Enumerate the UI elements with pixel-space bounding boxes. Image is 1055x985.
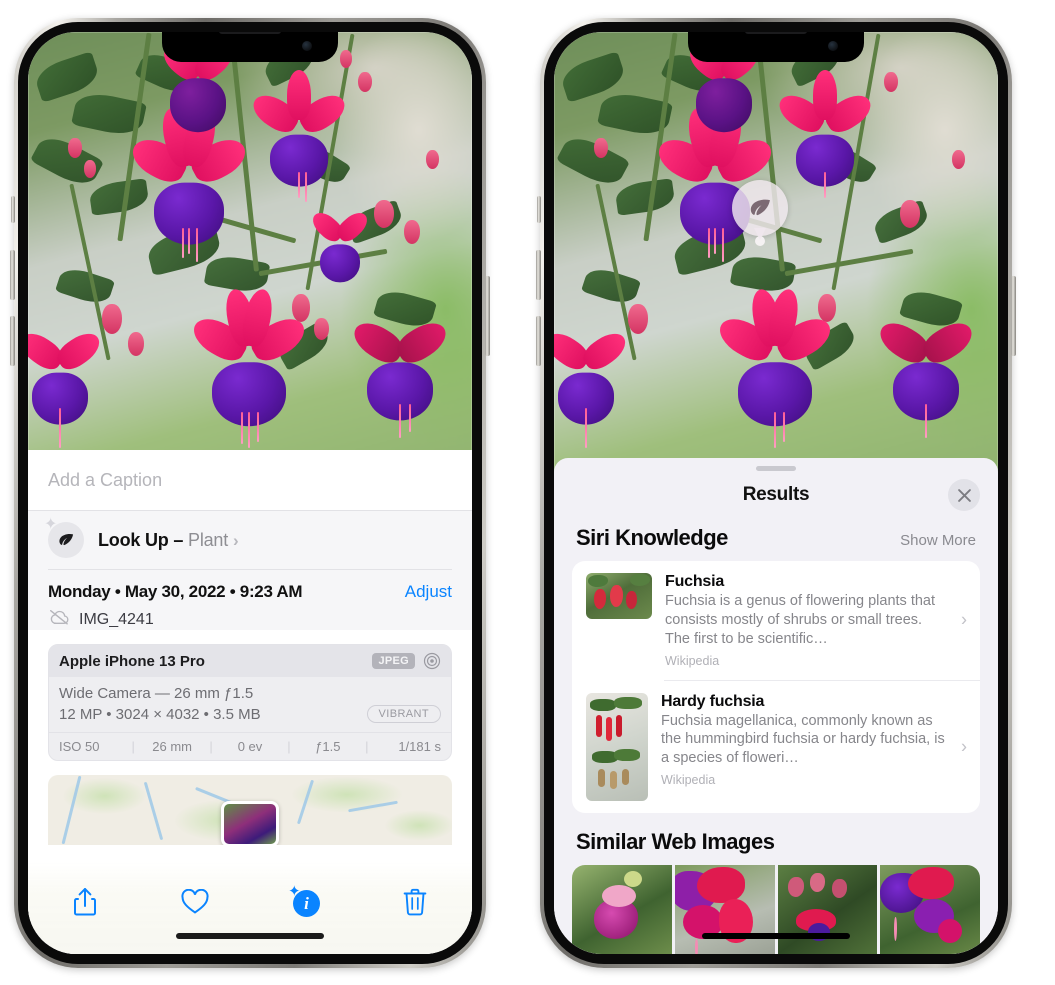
exif-stat: ISO 50 <box>59 739 100 754</box>
format-badge: JPEG <box>372 653 415 669</box>
phone-left: Add a Caption ✦ Look Up – Plant › Monday… <box>10 18 490 968</box>
web-image-3[interactable] <box>777 864 878 954</box>
look-up-label: Look Up – Plant › <box>98 530 239 551</box>
sparkle-icon: ✦ <box>44 516 58 533</box>
flower-bloom <box>554 318 636 448</box>
section-title: Similar Web Images <box>576 828 775 854</box>
resolution-info: 12 MP • 3024 × 4032 • 3.5 MB <box>59 705 261 723</box>
photo-info-sheet: Add a Caption ✦ Look Up – Plant › Monday… <box>28 450 472 954</box>
aperture-icon <box>423 652 441 670</box>
chevron-right-icon: › <box>961 609 967 630</box>
cloud-slash-icon <box>48 609 70 630</box>
caption-placeholder[interactable]: Add a Caption <box>48 470 162 491</box>
web-image-1[interactable] <box>572 864 672 954</box>
result-thumbnail <box>586 573 652 619</box>
close-icon <box>957 488 971 502</box>
volume-down-button-right[interactable] <box>536 316 541 366</box>
info-glyph: i <box>293 890 320 917</box>
result-description: Fuchsia magellanica, commonly known as t… <box>661 712 945 767</box>
visual-lookup-results-sheet: Results Siri Knowledge Show More Fuchsia… <box>554 458 998 954</box>
chevron-right-icon: › <box>961 736 967 757</box>
flower-bloom <box>770 70 880 210</box>
flower-bloom <box>710 286 840 450</box>
phone-right: Results Siri Knowledge Show More Fuchsia… <box>536 18 1016 968</box>
delete-button[interactable] <box>388 880 442 924</box>
front-camera <box>302 41 312 51</box>
leaf-icon <box>750 199 770 216</box>
photo-toolbar: ✦ i <box>28 862 472 954</box>
siri-knowledge-header: Siri Knowledge Show More <box>554 519 998 561</box>
look-up-row[interactable]: ✦ Look Up – Plant › <box>44 511 452 569</box>
web-image-2[interactable] <box>674 864 775 954</box>
metadata-section: Monday • May 30, 2022 • 9:23 AM Adjust I… <box>28 570 472 630</box>
knowledge-row[interactable]: Hardy fuchsia Fuchsia magellanica, commo… <box>572 681 980 813</box>
screen-right: Results Siri Knowledge Show More Fuchsia… <box>554 32 998 954</box>
result-thumbnail <box>586 692 648 801</box>
web-image-4[interactable] <box>880 864 980 954</box>
exif-stat: 26 mm <box>152 739 192 754</box>
look-up-subject: Plant <box>188 529 229 550</box>
silent-switch-left[interactable] <box>11 196 15 223</box>
map-photo-pin <box>221 801 279 845</box>
favorite-button[interactable] <box>168 880 222 924</box>
look-up-title: Look Up – <box>98 529 184 550</box>
flower-bloom <box>340 304 460 444</box>
close-button[interactable] <box>948 479 980 511</box>
file-name: IMG_4241 <box>79 610 154 628</box>
flower-bloom <box>244 70 354 210</box>
camera-model: Apple iPhone 13 Pro <box>59 652 205 670</box>
chevron-right-icon: › <box>233 530 239 550</box>
volume-up-button-left[interactable] <box>10 250 15 300</box>
photo-date: Monday • May 30, 2022 • 9:23 AM <box>48 582 303 601</box>
sheet-title: Results <box>742 484 810 505</box>
result-source: Wikipedia <box>665 653 720 668</box>
location-map[interactable] <box>48 775 452 845</box>
power-button-right[interactable] <box>1011 276 1016 356</box>
caption-field-row[interactable]: Add a Caption <box>28 450 472 510</box>
knowledge-row[interactable]: Fuchsia Fuchsia is a genus of flowering … <box>572 561 980 680</box>
result-title: Fuchsia <box>665 573 725 590</box>
share-button[interactable] <box>58 880 112 924</box>
photo-viewer-right[interactable] <box>554 32 998 478</box>
volume-down-button-left[interactable] <box>10 316 15 366</box>
home-indicator-left[interactable] <box>176 933 324 939</box>
section-title: Siri Knowledge <box>576 525 728 550</box>
lookup-section: ✦ Look Up – Plant › <box>28 511 472 570</box>
flower-bloom <box>184 286 314 450</box>
exif-stat: 0 ev <box>237 739 263 754</box>
flower-bloom <box>300 204 380 300</box>
exif-stats-row: ISO 50 | 26 mm | 0 ev | ƒ1.5 | 1/181 s <box>49 732 451 760</box>
similar-web-images-strip[interactable] <box>572 864 980 954</box>
show-more-button[interactable]: Show More <box>900 532 976 549</box>
flower-bloom <box>28 318 110 448</box>
visual-lookup-badge[interactable] <box>732 180 788 236</box>
photographic-style-badge: VIBRANT <box>366 705 441 723</box>
info-button[interactable]: ✦ i <box>278 880 332 924</box>
earpiece-speaker <box>219 32 281 34</box>
result-description: Fuchsia is a genus of flowering plants t… <box>665 593 936 647</box>
exif-stat: 1/181 s <box>398 739 441 754</box>
exif-card[interactable]: Apple iPhone 13 Pro JPEG Wide Camera — 2… <box>48 644 452 761</box>
screenshot-stage: Add a Caption ✦ Look Up – Plant › Monday… <box>0 0 1055 985</box>
home-indicator-right[interactable] <box>702 933 850 939</box>
result-source: Wikipedia <box>661 773 716 788</box>
result-title: Hardy fuchsia <box>661 692 765 710</box>
flower-bloom <box>866 304 986 444</box>
adjust-button[interactable]: Adjust <box>405 582 452 602</box>
photo-viewer-left[interactable] <box>28 32 472 478</box>
earpiece-speaker <box>745 32 807 34</box>
front-camera <box>828 41 838 51</box>
silent-switch-right[interactable] <box>537 196 541 223</box>
power-button-left[interactable] <box>485 276 490 356</box>
lens-info: Wide Camera — 26 mm ƒ1.5 <box>59 685 254 702</box>
notch-left <box>162 32 338 62</box>
volume-up-button-right[interactable] <box>536 250 541 300</box>
exif-stat: ƒ1.5 <box>315 739 341 754</box>
screen-left: Add a Caption ✦ Look Up – Plant › Monday… <box>28 32 472 954</box>
siri-knowledge-card: Fuchsia Fuchsia is a genus of flowering … <box>572 561 980 813</box>
notch-right <box>688 32 864 62</box>
similar-web-images-header: Similar Web Images <box>554 813 998 865</box>
